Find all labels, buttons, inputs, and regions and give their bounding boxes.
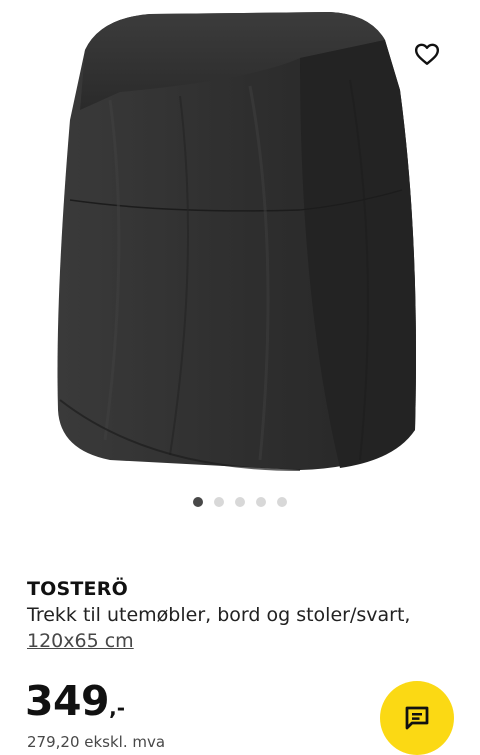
heart-outline-icon <box>414 43 440 65</box>
chat-bubble-icon <box>405 706 429 730</box>
gallery-pagination <box>0 497 480 507</box>
gallery-dot-5[interactable] <box>277 497 287 507</box>
product-info: TOSTERÖ Trekk til utemøbler, bord og sto… <box>27 576 457 654</box>
favourite-button[interactable] <box>405 32 449 76</box>
product-description: Trekk til utemøbler, bord og stoler/svar… <box>27 604 411 626</box>
gallery-dot-3[interactable] <box>235 497 245 507</box>
price-suffix: ,- <box>109 696 125 720</box>
product-image-gallery[interactable] <box>0 0 480 480</box>
chat-button[interactable] <box>380 681 454 755</box>
product-name: TOSTERÖ <box>27 578 128 600</box>
gallery-dot-1[interactable] <box>193 497 203 507</box>
product-price: 349 ,- <box>25 676 125 726</box>
price-integer: 349 <box>25 677 110 725</box>
price-excl-vat: 279,20 ekskl. mva <box>27 733 166 751</box>
gallery-dot-4[interactable] <box>256 497 266 507</box>
gallery-dot-2[interactable] <box>214 497 224 507</box>
product-size-link[interactable]: 120x65 cm <box>27 628 134 654</box>
